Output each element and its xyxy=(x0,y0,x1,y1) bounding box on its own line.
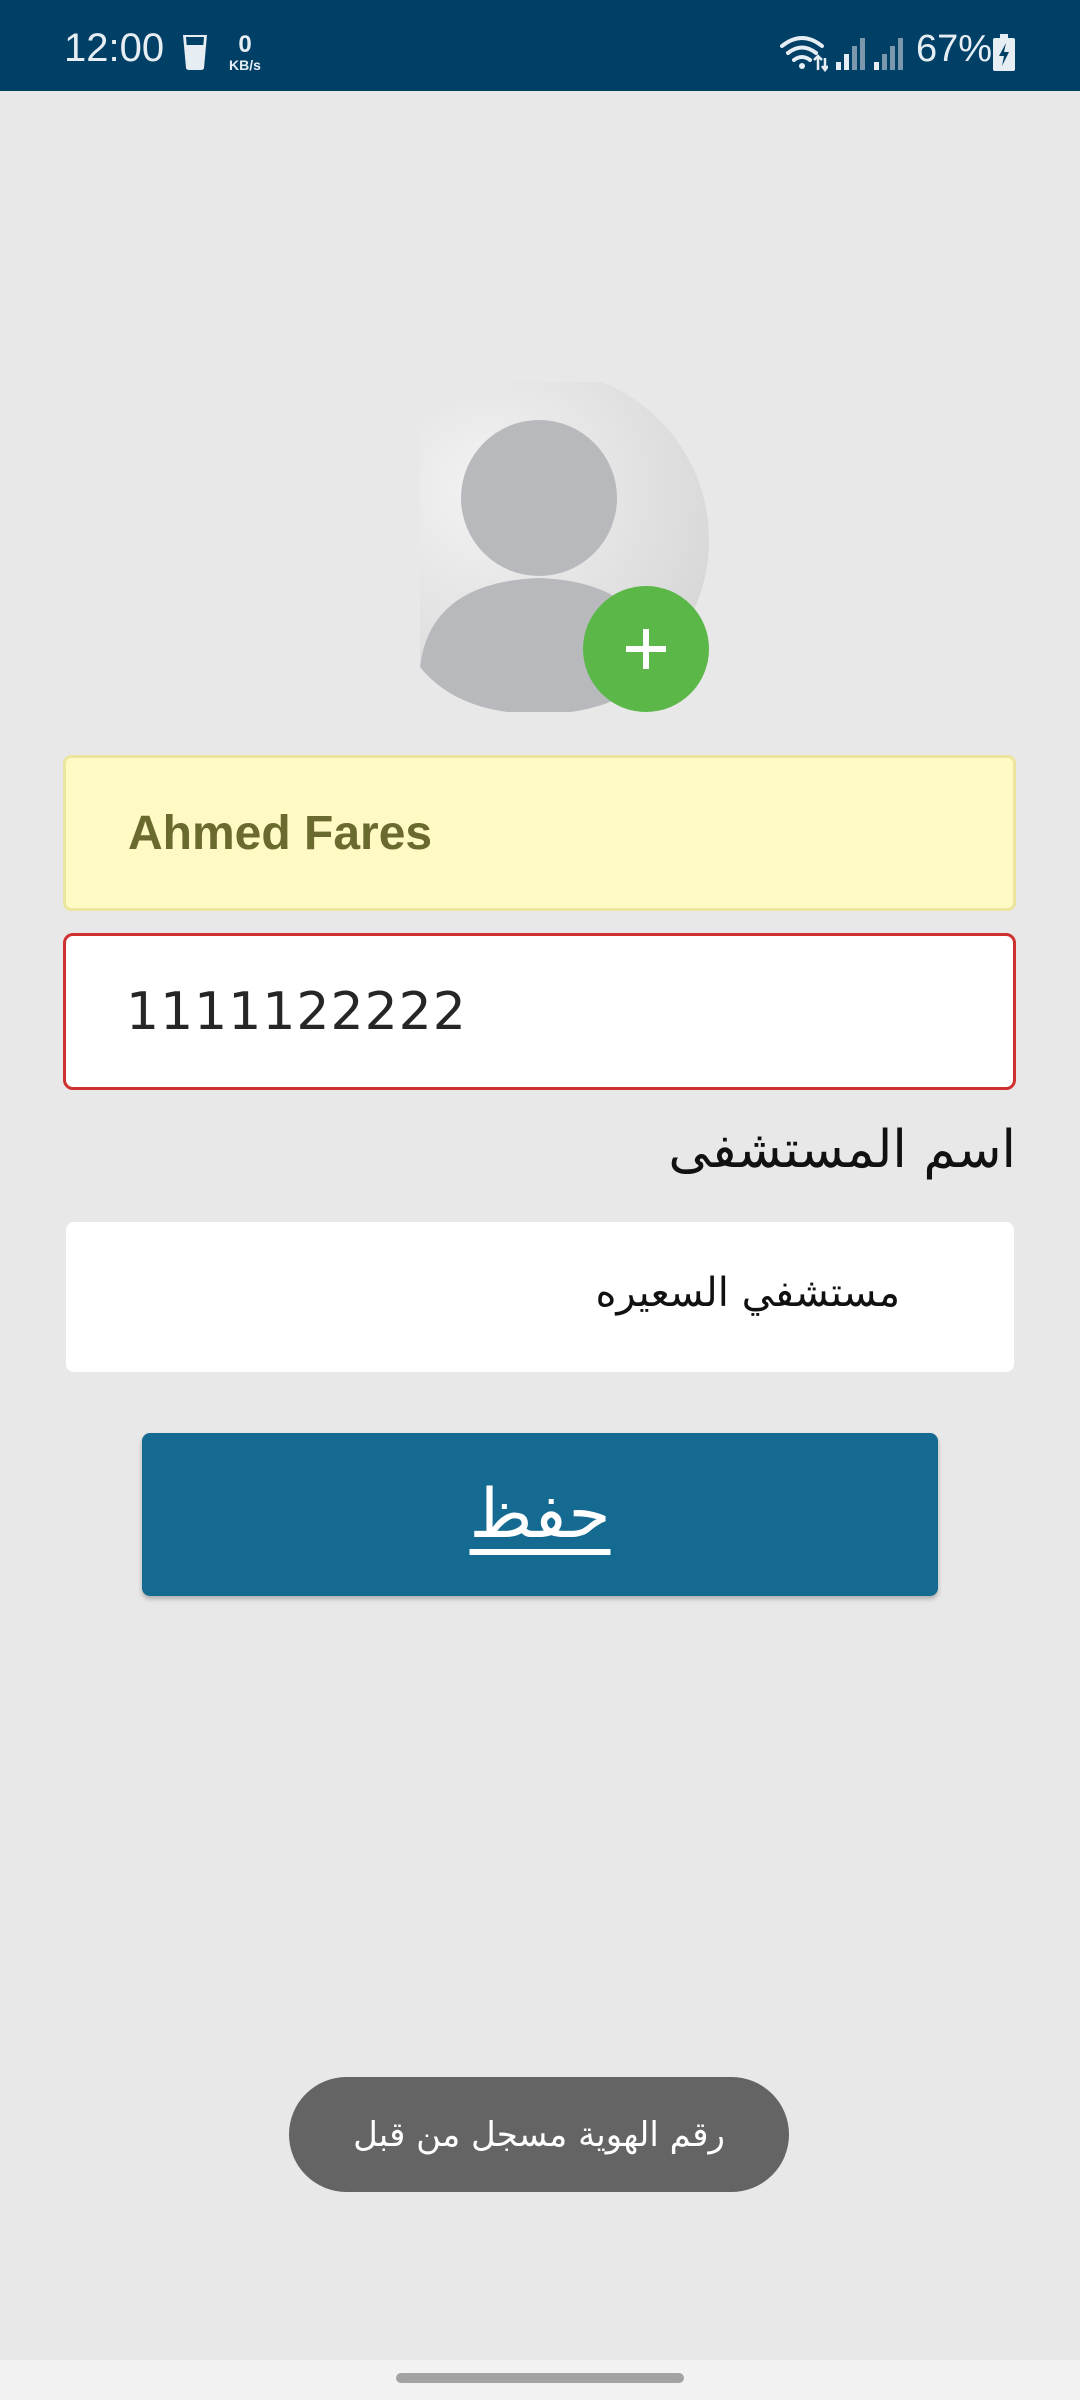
toast-message: رقم الهوية مسجل من قبل xyxy=(289,2077,789,2192)
hospital-name-field[interactable]: مستشفي السعيره xyxy=(66,1222,1014,1372)
battery-percent: 67% xyxy=(916,28,993,70)
water-cup-icon xyxy=(180,33,210,75)
save-button-label: حفظ xyxy=(469,1475,611,1554)
name-field-value: Ahmed Fares xyxy=(128,807,433,860)
save-button[interactable]: حفظ xyxy=(142,1433,938,1596)
id-number-field[interactable]: 1111122222 xyxy=(63,933,1016,1090)
cell-signal-icon xyxy=(834,36,866,74)
hospital-name-label: اسم المستشفى xyxy=(668,1120,1016,1180)
plus-icon xyxy=(626,629,666,669)
cell-signal-icon xyxy=(872,36,904,74)
home-gesture-handle[interactable] xyxy=(396,2373,684,2383)
battery-charging-icon xyxy=(992,34,1016,76)
name-field[interactable]: Ahmed Fares xyxy=(63,755,1016,911)
network-speed-unit: KB/s xyxy=(229,57,261,73)
status-bar: 12:00 0 KB/s 67% xyxy=(0,0,1080,91)
add-photo-button[interactable] xyxy=(583,586,709,712)
status-time: 12:00 xyxy=(64,26,165,70)
network-speed-value: 0 xyxy=(238,31,252,58)
toast-message-text: رقم الهوية مسجل من قبل xyxy=(353,2114,725,2155)
hospital-name-field-value: مستشفي السعيره xyxy=(595,1270,900,1316)
id-number-field-value: 1111122222 xyxy=(126,982,467,1042)
network-speed: 0 KB/s xyxy=(222,31,268,73)
wifi-icon xyxy=(780,34,829,76)
